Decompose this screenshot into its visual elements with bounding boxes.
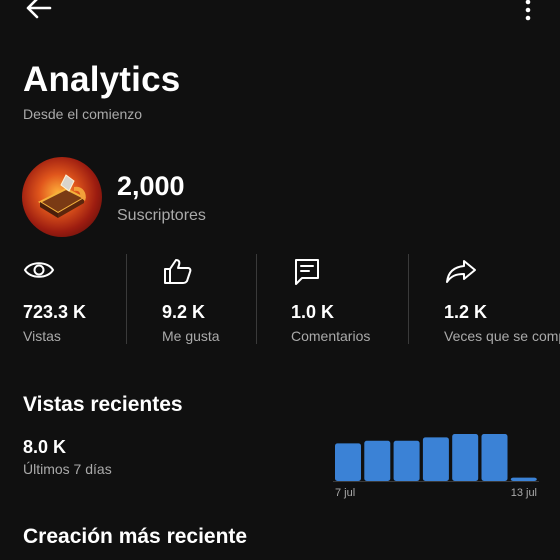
latest-creation-title: Creación más reciente xyxy=(23,525,248,548)
chart-bar-12-jul[interactable] xyxy=(481,434,508,481)
chart-bar-9-jul[interactable] xyxy=(393,440,420,481)
recent-views-value: 8.0 K xyxy=(23,437,67,457)
stat-divider xyxy=(256,254,257,344)
chart-bar-7-jul[interactable] xyxy=(335,443,361,481)
stat-value: 9.2 K xyxy=(162,302,206,322)
stat-divider xyxy=(408,254,409,344)
chart-tick-label: 13 jul xyxy=(511,487,537,499)
more-options-icon[interactable] xyxy=(514,0,544,24)
subscriber-label: Suscriptores xyxy=(117,207,206,224)
chart-bar-11-jul[interactable] xyxy=(452,434,479,481)
subscriber-count: 2,000 xyxy=(117,171,185,201)
page-title: Analytics xyxy=(23,60,181,99)
eye-icon xyxy=(23,257,55,283)
chart-tick-label: 7 jul xyxy=(335,487,355,499)
stat-shares[interactable]: 1.2 K Veces que se compartió xyxy=(444,255,560,350)
back-arrow-icon[interactable] xyxy=(20,0,60,24)
stat-value: 1.2 K xyxy=(444,302,488,322)
recent-views-title: Vistas recientes xyxy=(23,393,183,416)
stat-label: Comentarios xyxy=(291,328,371,344)
stat-value: 723.3 K xyxy=(23,302,87,322)
chart-bar-13-jul[interactable] xyxy=(510,477,537,481)
thumbs-up-icon xyxy=(162,257,194,285)
stat-divider xyxy=(126,254,127,344)
page-subtitle: Desde el comienzo xyxy=(23,106,143,122)
stat-label: Veces que se compartió xyxy=(444,328,560,344)
chart-bar-8-jul[interactable] xyxy=(364,440,391,481)
channel-avatar[interactable] xyxy=(22,157,102,237)
recent-views-period: Últimos 7 días xyxy=(23,461,112,477)
recent-views-chart[interactable]: 7 jul 13 jul xyxy=(333,430,539,502)
share-icon xyxy=(444,257,478,285)
stat-value: 1.0 K xyxy=(291,302,335,322)
comment-icon xyxy=(291,257,323,287)
stat-label: Vistas xyxy=(23,328,61,344)
chart-bar-10-jul[interactable] xyxy=(422,437,449,481)
stat-label: Me gusta xyxy=(162,328,220,344)
